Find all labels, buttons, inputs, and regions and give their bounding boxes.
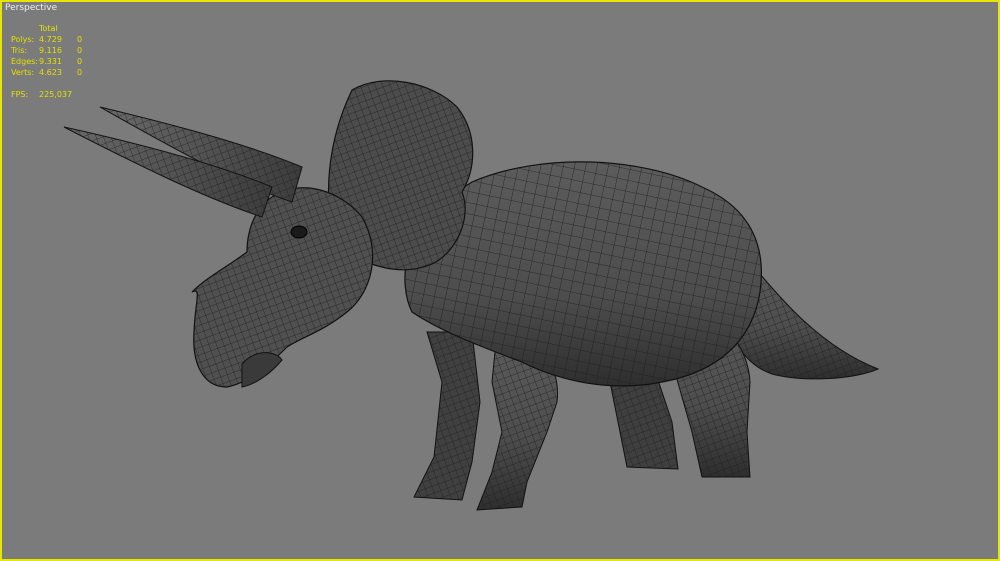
- stats-total: 4.623: [39, 68, 62, 77]
- head: [191, 187, 374, 388]
- stats-row-edges: Edges: 9.331 0: [11, 56, 87, 67]
- stats-selected: 0: [77, 46, 83, 55]
- stats-selected: 0: [77, 68, 83, 77]
- stats-row-polys: Polys: 4.729 0: [11, 34, 87, 45]
- brow-horns: [63, 106, 303, 218]
- stats-row-tris: Tris: 9.116 0: [11, 45, 87, 56]
- viewport-label[interactable]: Perspective: [5, 3, 57, 13]
- fps-value: 225,037: [39, 90, 73, 99]
- stats-label: Tris:: [11, 46, 28, 55]
- stats-total: 9.331: [39, 57, 62, 66]
- stats-label: Polys:: [11, 35, 35, 44]
- stats-row-verts: Verts: 4.623 0: [11, 67, 87, 78]
- fps-label: FPS:: [11, 90, 29, 99]
- stats-label: Verts:: [11, 68, 35, 77]
- stats-selected: 0: [77, 35, 83, 44]
- stats-total: 4.729: [39, 35, 62, 44]
- statistics-overlay: Total Polys: 4.729 0 Tris: 9.116 0 Edges…: [11, 23, 87, 100]
- perspective-viewport[interactable]: Perspective Total Polys: 4.729 0 Tris: 9…: [0, 0, 1000, 561]
- stats-header-total: Total: [39, 24, 58, 33]
- fps-readout: FPS: 225,037: [11, 89, 77, 100]
- stats-selected: 0: [77, 57, 83, 66]
- triceratops-model[interactable]: [2, 2, 998, 559]
- stats-total: 9.116: [39, 46, 62, 55]
- stats-header-row: Total: [11, 23, 87, 34]
- eye: [290, 225, 308, 239]
- stats-label: Edges:: [11, 57, 38, 66]
